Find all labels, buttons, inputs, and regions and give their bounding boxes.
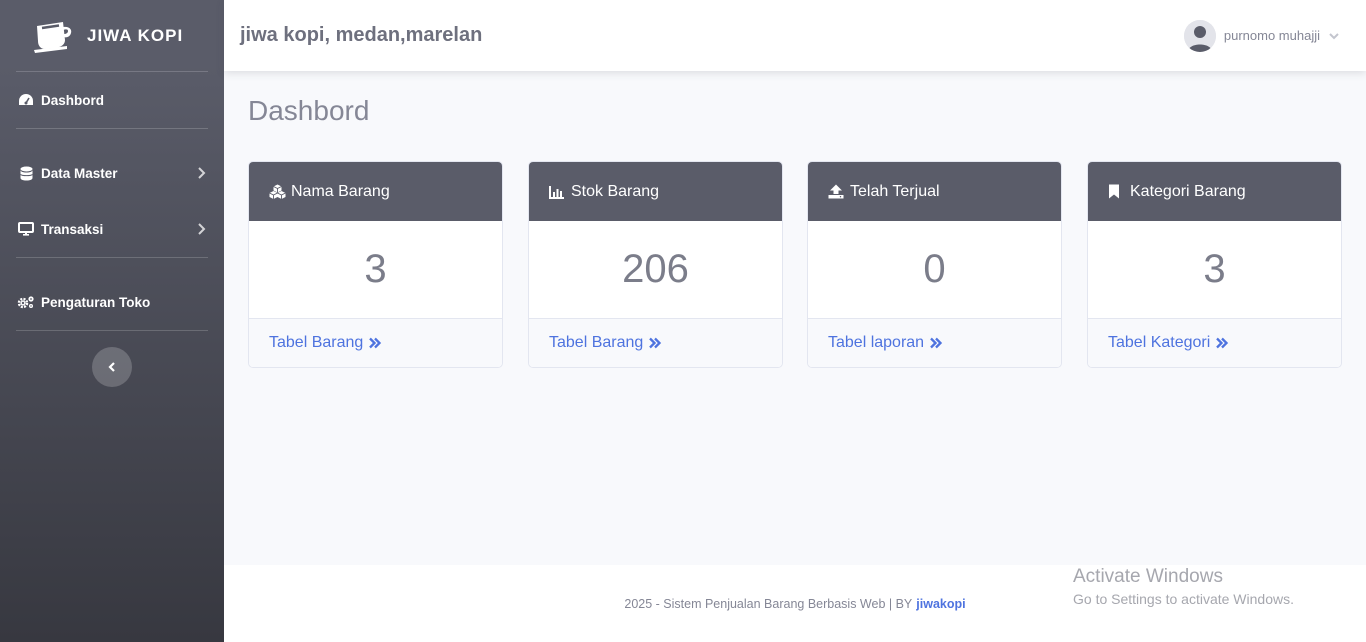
angle-double-right-icon (1215, 337, 1229, 349)
sidebar-item-dashbord[interactable]: Dashbord (0, 72, 224, 128)
card-link-label: Tabel Barang (549, 334, 644, 351)
user-name: purnomo muhajji (1223, 28, 1320, 43)
card-value: 3 (1203, 247, 1226, 291)
footer-brand-link[interactable]: jiwakopi (916, 597, 965, 611)
upload-icon (828, 184, 846, 200)
chevron-right-icon (198, 167, 206, 179)
tachometer-icon (17, 92, 35, 108)
card-stok-barang: Stok Barang 206 Tabel Barang (528, 161, 783, 368)
card-link-label: Tabel Barang (269, 334, 364, 351)
sidebar-item-pengaturan-toko[interactable]: Pengaturan Toko (0, 274, 224, 330)
card-value: 206 (622, 247, 689, 291)
card-title: Nama Barang (291, 182, 390, 200)
main-content: Dashbord Nama Barang 3 Tabel Barang Stok… (224, 71, 1366, 565)
sidebar-brand[interactable]: JIWA KOPI (0, 0, 224, 71)
card-title: Telah Terjual (850, 182, 940, 200)
sidebar-toggle-button[interactable] (92, 347, 132, 387)
cogs-icon (17, 294, 35, 310)
card-header: Telah Terjual (808, 162, 1061, 221)
card-title: Kategori Barang (1130, 182, 1246, 200)
chart-bar-icon (549, 184, 567, 200)
avatar (1183, 19, 1216, 52)
card-header: Nama Barang (249, 162, 502, 221)
coffee-cup-icon (34, 21, 72, 53)
store-title: jiwa kopi, medan,marelan (240, 24, 483, 46)
card-link-label: Tabel Kategori (1108, 334, 1211, 351)
card-header: Kategori Barang (1088, 162, 1341, 221)
database-icon (17, 165, 35, 181)
activate-windows-watermark: Activate Windows Go to Settings to activ… (1073, 566, 1294, 607)
sidebar-toggle-wrap (0, 331, 224, 387)
sidebar: JIWA KOPI Dashbord Data Master Transaksi… (0, 0, 224, 642)
card-value: 0 (923, 247, 946, 291)
card-title: Stok Barang (571, 182, 660, 200)
chevron-left-icon (108, 362, 115, 372)
card-link-label: Tabel laporan (828, 334, 925, 351)
watermark-subtitle: Go to Settings to activate Windows. (1073, 591, 1294, 607)
card-link[interactable]: Tabel laporan (808, 318, 1061, 367)
topbar: jiwa kopi, medan,marelan purnomo muhajji (224, 0, 1366, 71)
card-telah-terjual: Telah Terjual 0 Tabel laporan (807, 161, 1062, 368)
angle-double-right-icon (929, 337, 943, 349)
angle-double-right-icon (368, 337, 382, 349)
bookmark-icon (1108, 184, 1126, 200)
card-header: Stok Barang (529, 162, 782, 221)
card-link[interactable]: Tabel Barang (529, 318, 782, 367)
footer-text: 2025 - Sistem Penjualan Barang Berbasis … (624, 596, 913, 611)
sidebar-item-label: Pengaturan Toko (41, 294, 151, 310)
page-title: Dashbord (248, 95, 370, 126)
watermark-title: Activate Windows (1073, 566, 1223, 587)
card-link[interactable]: Tabel Barang (249, 318, 502, 367)
user-dropdown[interactable]: purnomo muhajji (1183, 19, 1340, 52)
card-link[interactable]: Tabel Kategori (1088, 318, 1341, 367)
card-nama-barang: Nama Barang 3 Tabel Barang (248, 161, 503, 368)
brand-name: JIWA KOPI (87, 25, 184, 45)
sidebar-item-label: Transaksi (41, 221, 104, 237)
sidebar-item-data-master[interactable]: Data Master (0, 145, 224, 201)
cubes-icon (269, 184, 287, 200)
sidebar-item-transaksi[interactable]: Transaksi (0, 201, 224, 257)
user-avatar-icon (1183, 19, 1216, 52)
sidebar-item-label: Data Master (41, 165, 118, 181)
desktop-icon (17, 221, 35, 237)
card-kategori-barang: Kategori Barang 3 Tabel Kategori (1087, 161, 1342, 368)
card-value: 3 (364, 247, 387, 291)
angle-double-right-icon (648, 337, 662, 349)
chevron-right-icon (198, 223, 206, 235)
chevron-down-icon (1329, 32, 1339, 39)
sidebar-item-label: Dashbord (41, 92, 105, 108)
